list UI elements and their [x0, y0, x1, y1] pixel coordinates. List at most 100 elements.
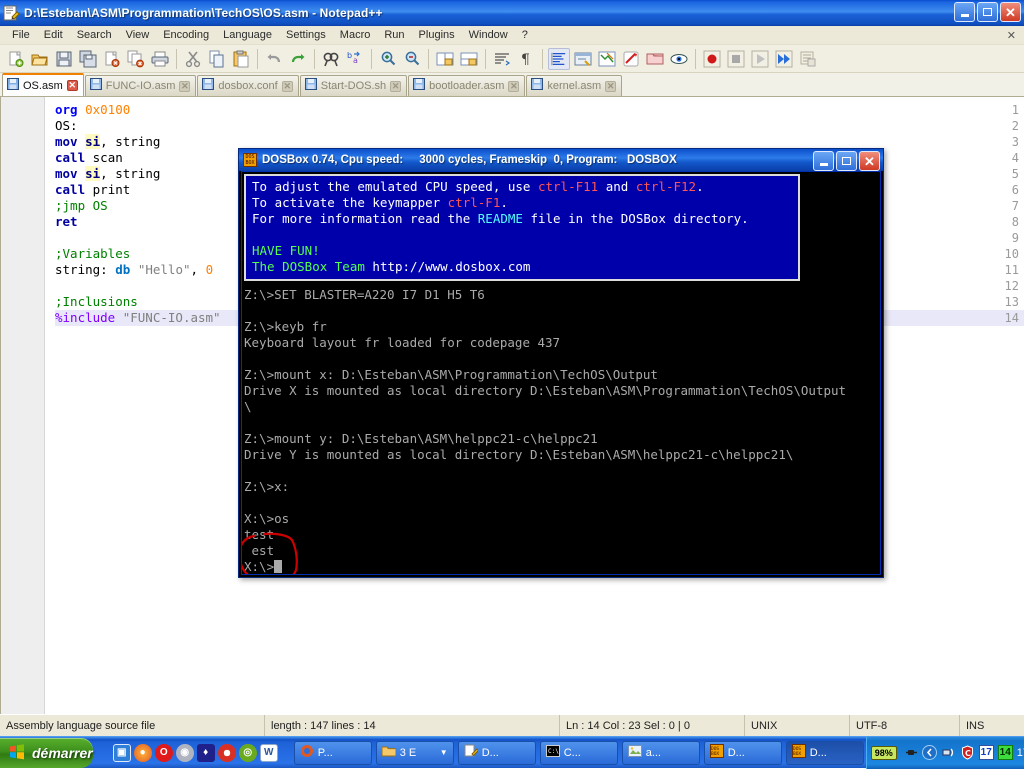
undo-icon[interactable]: [263, 48, 285, 70]
menu-item-macro[interactable]: Macro: [333, 27, 378, 43]
find-icon[interactable]: [320, 48, 342, 70]
firefox-icon[interactable]: ●: [133, 743, 152, 762]
badge-17-icon[interactable]: 17: [978, 745, 994, 760]
menu-item-file[interactable]: File: [5, 27, 37, 43]
start-button[interactable]: démarrer: [0, 738, 93, 768]
tab-func-io-asm[interactable]: FUNC-IO.asm ✕: [84, 75, 197, 96]
tab-bootloader-asm[interactable]: bootloader.asm ✕: [408, 75, 526, 96]
show-document-map-icon[interactable]: [596, 48, 618, 70]
tab-kernel-asm[interactable]: kernel.asm ✕: [526, 75, 623, 96]
user-defined-dialog-icon[interactable]: [572, 48, 594, 70]
power-plug-icon[interactable]: [903, 745, 918, 760]
menu-item-settings[interactable]: Settings: [279, 27, 333, 43]
code-line[interactable]: ;Inclusions: [55, 294, 138, 310]
close-all-files-icon[interactable]: [125, 48, 147, 70]
sync-vertical-scroll-icon[interactable]: [434, 48, 456, 70]
taskbar-button[interactable]: a...: [621, 740, 700, 765]
media-player-icon[interactable]: ◉: [175, 743, 194, 762]
chrome-icon[interactable]: [217, 743, 236, 762]
code-line[interactable]: ;jmp OS: [55, 198, 108, 214]
tab-close-icon[interactable]: ✕: [605, 80, 617, 92]
antivirus-shield-icon[interactable]: C: [960, 745, 975, 760]
taskbar-button[interactable]: C:\ C...: [539, 740, 618, 765]
save-record-icon[interactable]: [797, 48, 819, 70]
start-record-icon[interactable]: [701, 48, 723, 70]
toolbar[interactable]: ba ¶: [0, 45, 1024, 73]
menu-item-search[interactable]: Search: [70, 27, 119, 43]
cut-icon[interactable]: [182, 48, 204, 70]
code-line[interactable]: OS:: [55, 118, 78, 134]
app-title-bar[interactable]: D:\Esteban\ASM\Programmation\TechOS\OS.a…: [0, 0, 1024, 26]
play-record-icon[interactable]: [749, 48, 771, 70]
tab-close-icon[interactable]: ✕: [281, 80, 293, 92]
menu-item-plugins[interactable]: Plugins: [412, 27, 462, 43]
menu-item-help[interactable]: ?: [515, 27, 535, 43]
menu-item-window[interactable]: Window: [462, 27, 515, 43]
code-line[interactable]: mov si, string: [55, 134, 160, 150]
emule-icon[interactable]: ♦: [196, 743, 215, 762]
clock[interactable]: 17:06: [1017, 747, 1024, 759]
tab-dosbox-conf[interactable]: dosbox.conf ✕: [197, 75, 299, 96]
antivirus-icon[interactable]: ◎: [238, 743, 257, 762]
taskbar-button[interactable]: D...: [457, 740, 536, 765]
tab-close-icon[interactable]: ✕: [66, 80, 78, 91]
chevron-down-icon[interactable]: ▼: [440, 748, 448, 757]
menu-item-view[interactable]: View: [119, 27, 157, 43]
word-wrap-icon[interactable]: [491, 48, 513, 70]
maximize-button[interactable]: [977, 2, 998, 22]
menu-bar[interactable]: File Edit Search View Encoding Language …: [0, 26, 1024, 45]
stop-record-icon[interactable]: [725, 48, 747, 70]
badge-14-icon[interactable]: 14: [997, 745, 1013, 760]
code-line[interactable]: org 0x0100: [55, 102, 130, 118]
tab-os-asm[interactable]: OS.asm ✕: [2, 73, 84, 96]
code-line[interactable]: mov si, string: [55, 166, 160, 182]
indent-guide-icon[interactable]: [548, 47, 570, 70]
dosbox-minimize-button[interactable]: [813, 151, 834, 171]
print-icon[interactable]: [149, 48, 171, 70]
close-file-icon[interactable]: [101, 48, 123, 70]
menu-item-run[interactable]: Run: [377, 27, 411, 43]
show-hidden-icons-icon[interactable]: [921, 745, 937, 760]
redo-icon[interactable]: [287, 48, 309, 70]
dosbox-maximize-button[interactable]: [836, 151, 857, 171]
window-controls[interactable]: ✕: [954, 2, 1021, 22]
save-all-icon[interactable]: [77, 48, 99, 70]
tab-start-dos-sh[interactable]: Start-DOS.sh ✕: [299, 75, 408, 96]
taskbar-button[interactable]: DOS BOX D...: [785, 740, 864, 765]
battery-indicator[interactable]: 98%: [870, 745, 897, 760]
code-line[interactable]: ;Variables: [55, 246, 130, 262]
document-tab-bar[interactable]: OS.asm ✕ FUNC-IO.asm ✕ dosbox.conf ✕ Start-DOS…: [0, 73, 1024, 97]
tab-close-icon[interactable]: ✕: [390, 80, 402, 92]
code-line[interactable]: string: db "Hello", 0: [55, 262, 213, 278]
dosbox-title-bar[interactable]: DOS BOX DOSBox 0.74, Cpu speed: 3000 cycl…: [239, 149, 883, 171]
sync-horizontal-scroll-icon[interactable]: [458, 48, 480, 70]
taskbar[interactable]: démarrer ▣ ● O ◉ ♦ ◎ W P... 3 E ▼ D... C:\ C.…: [0, 736, 1024, 769]
new-file-icon[interactable]: [5, 48, 27, 70]
replace-icon[interactable]: ba: [344, 48, 366, 70]
minimize-button[interactable]: [954, 2, 975, 22]
menu-item-encoding[interactable]: Encoding: [156, 27, 216, 43]
code-line[interactable]: ret: [55, 214, 78, 230]
zoom-out-icon[interactable]: [401, 48, 423, 70]
quick-launch-bar[interactable]: ▣ ● O ◉ ♦ ◎ W: [107, 740, 284, 766]
code-line[interactable]: call scan: [55, 150, 123, 166]
network-icon[interactable]: [941, 745, 956, 760]
tab-close-icon[interactable]: ✕: [179, 80, 191, 92]
code-line[interactable]: call print: [55, 182, 130, 198]
opera-icon[interactable]: O: [154, 743, 173, 762]
system-tray[interactable]: 98% C 17 14 17:06: [865, 736, 1024, 769]
zoom-in-icon[interactable]: [377, 48, 399, 70]
show-all-characters-icon[interactable]: ¶: [515, 48, 537, 70]
fast-play-record-icon[interactable]: [773, 48, 795, 70]
show-desktop-icon[interactable]: ▣: [112, 743, 131, 762]
save-file-icon[interactable]: [53, 48, 75, 70]
dosbox-window-controls[interactable]: ✕: [813, 151, 880, 171]
dosbox-window[interactable]: DOS BOX DOSBox 0.74, Cpu speed: 3000 cycl…: [238, 148, 884, 578]
fold-margin[interactable]: [46, 97, 55, 714]
show-folder-as-workspace-icon[interactable]: [644, 48, 666, 70]
taskbar-button[interactable]: P...: [293, 740, 372, 765]
dosbox-console[interactable]: To adjust the emulated CPU speed, use ct…: [241, 171, 881, 575]
code-line[interactable]: %include "FUNC-IO.asm": [55, 310, 221, 326]
close-button[interactable]: ✕: [1000, 2, 1021, 22]
taskbar-button[interactable]: 3 E ▼: [375, 740, 454, 765]
